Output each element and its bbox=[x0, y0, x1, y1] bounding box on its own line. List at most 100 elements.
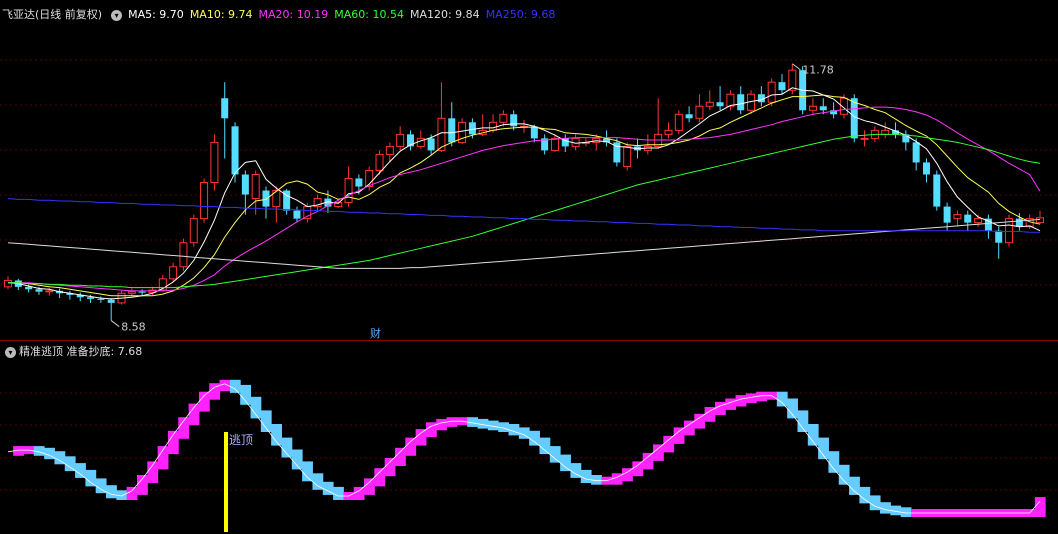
settings-toggle-icon[interactable]: ▾ bbox=[111, 9, 123, 21]
indicator-name: 精准逃顶 bbox=[19, 345, 63, 358]
candle bbox=[107, 298, 115, 321]
indicator-bar bbox=[425, 422, 437, 438]
indicator-chart: 逃顶 bbox=[0, 379, 1058, 532]
candle-body bbox=[251, 173, 260, 200]
main-kline-panel: 11.78 8.58 财 飞亚达(日线 前复权) ▾ MA5: 9.70 MA10: 9.… bbox=[0, 0, 1058, 340]
candlestick-chart: 11.78 8.58 财 bbox=[0, 59, 1058, 340]
indicator-bar bbox=[75, 463, 86, 478]
indicator-bar bbox=[539, 437, 551, 455]
candle bbox=[56, 288, 64, 299]
candle-body bbox=[221, 98, 229, 119]
candle bbox=[499, 110, 508, 127]
indicator-bar bbox=[849, 476, 860, 495]
high-price-label: 11.78 bbox=[802, 64, 834, 77]
candle-body bbox=[385, 145, 394, 155]
candle-body bbox=[933, 174, 941, 207]
indicator-bar bbox=[137, 475, 148, 495]
candle bbox=[76, 292, 84, 302]
candle bbox=[964, 210, 972, 231]
indicator-bar bbox=[126, 486, 138, 500]
indicator-bar bbox=[529, 430, 540, 446]
candle bbox=[953, 210, 962, 227]
finance-marker[interactable]: 财 bbox=[370, 326, 381, 340]
candle-body bbox=[499, 113, 508, 123]
indicator-bar bbox=[642, 452, 654, 470]
ma-line-ma60 bbox=[8, 133, 1041, 289]
candle bbox=[664, 122, 673, 139]
candle-body bbox=[726, 93, 735, 107]
candle bbox=[541, 134, 549, 155]
candle bbox=[272, 186, 281, 223]
signal-bar bbox=[224, 432, 228, 532]
candle bbox=[1005, 214, 1014, 247]
candle-body bbox=[87, 297, 95, 299]
indicator-bar bbox=[395, 447, 406, 466]
candle-body bbox=[303, 206, 312, 220]
candle-body bbox=[550, 137, 559, 151]
candle bbox=[613, 138, 621, 167]
candle-body bbox=[241, 174, 249, 195]
candle-body bbox=[695, 105, 704, 119]
candle bbox=[922, 158, 930, 183]
indicator-bar bbox=[776, 391, 788, 407]
candle-body bbox=[623, 145, 632, 167]
candle-body bbox=[674, 113, 683, 131]
candle bbox=[881, 122, 890, 139]
signal-label: 逃顶 bbox=[229, 433, 253, 447]
indicator-bar bbox=[229, 379, 241, 393]
indicator-bar bbox=[281, 437, 293, 458]
indicator-bar bbox=[859, 486, 871, 504]
indicator-bar bbox=[560, 454, 571, 472]
candle-body bbox=[189, 218, 198, 244]
indicator-toggle-icon[interactable]: ▾ bbox=[5, 346, 16, 358]
candle-body bbox=[448, 118, 456, 143]
candle bbox=[933, 170, 941, 211]
ma-line-ma5 bbox=[7, 87, 1041, 300]
candle-body bbox=[375, 153, 384, 171]
indicator-bar bbox=[240, 384, 252, 405]
high-pointer bbox=[792, 63, 801, 71]
candle-body bbox=[138, 291, 146, 293]
candle-body bbox=[850, 98, 858, 139]
candle bbox=[654, 98, 663, 149]
candle-body bbox=[210, 141, 219, 184]
ma120-label: MA120: 9.84 bbox=[409, 8, 480, 21]
indicator-bar bbox=[312, 473, 324, 490]
candle-body bbox=[943, 206, 951, 223]
candle bbox=[313, 194, 322, 211]
ma250-label: MA250: 9.68 bbox=[485, 8, 556, 21]
candle-body bbox=[716, 102, 724, 107]
indicator-bar bbox=[869, 495, 881, 511]
ma5-label: MA5: 9.70 bbox=[128, 8, 184, 21]
candle-body bbox=[427, 138, 435, 151]
indicator-bar bbox=[663, 435, 675, 453]
indicator-bar bbox=[302, 461, 313, 482]
indicator-bar bbox=[436, 418, 448, 431]
indicator-bar bbox=[508, 424, 520, 436]
indicator-bar bbox=[622, 468, 633, 482]
candle-body bbox=[788, 69, 797, 91]
candle bbox=[179, 238, 188, 271]
candle bbox=[860, 130, 869, 147]
indicator-bar bbox=[673, 427, 685, 444]
indicator-bar bbox=[64, 456, 76, 472]
low-pointer bbox=[110, 320, 120, 327]
candle-body bbox=[912, 142, 920, 163]
indicator-value: 准备抄底: 7.68 bbox=[66, 345, 143, 358]
candle bbox=[695, 94, 704, 123]
candle-body bbox=[974, 218, 983, 224]
candle-body bbox=[808, 105, 817, 111]
candle-body bbox=[664, 129, 673, 135]
candle-body bbox=[262, 190, 270, 207]
indicator-legend: ▾ 精准逃顶 准备抄底: 7.68 bbox=[2, 343, 142, 359]
candle bbox=[283, 188, 291, 215]
indicator-bar bbox=[694, 413, 706, 429]
indicator-bar bbox=[353, 486, 365, 500]
indicator-bar bbox=[880, 502, 891, 514]
candle-body bbox=[860, 137, 869, 140]
ma-legend: 飞亚达(日线 前复权) ▾ MA5: 9.70 MA10: 9.74 MA20: 10.… bbox=[2, 6, 561, 22]
stock-title: 飞亚达(日线 前复权) bbox=[2, 8, 103, 21]
candle-body bbox=[25, 286, 33, 290]
candle bbox=[716, 86, 724, 111]
low-price-label: 8.58 bbox=[121, 321, 146, 334]
